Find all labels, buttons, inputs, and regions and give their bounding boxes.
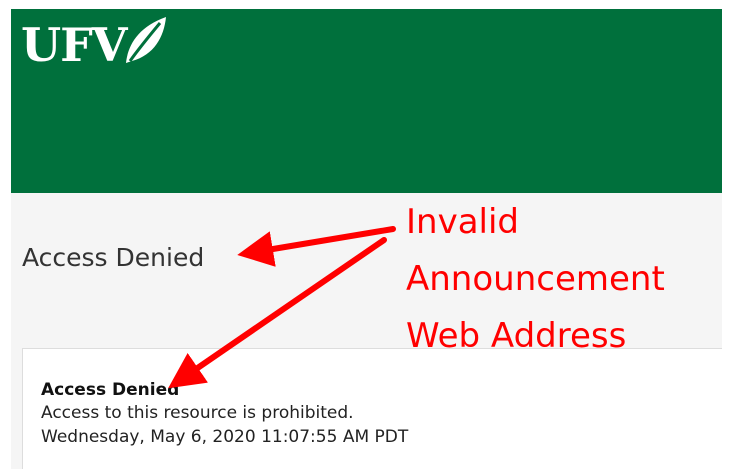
error-timestamp: Wednesday, May 6, 2020 11:07:55 AM PDT	[41, 427, 409, 447]
annotation-line-1: Invalid	[406, 202, 520, 242]
ufv-logo[interactable]: UFV	[21, 15, 168, 75]
annotation-line-3: Web Address	[406, 316, 627, 356]
error-message-box: Access Denied Access to this resource is…	[22, 348, 722, 469]
page-title: Access Denied	[22, 243, 205, 272]
page: UFV Access Denied Access Denied Access t…	[0, 0, 733, 469]
error-heading: Access Denied	[41, 380, 180, 400]
error-description: Access to this resource is prohibited.	[41, 403, 354, 423]
annotation-line-2: Announcement	[406, 259, 665, 299]
header-banner: UFV	[11, 9, 722, 193]
leaf-icon	[126, 17, 167, 63]
logo-text: UFV	[21, 18, 127, 72]
